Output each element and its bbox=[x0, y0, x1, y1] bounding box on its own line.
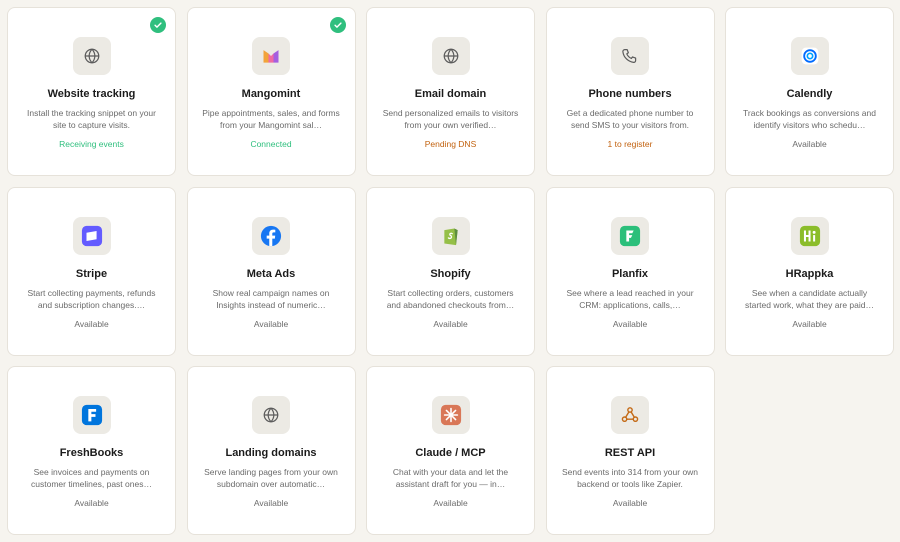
integration-title: REST API bbox=[604, 447, 656, 459]
integration-description: Send personalized emails to visitors fro… bbox=[382, 108, 519, 130]
integration-description: Serve landing pages from your own subdom… bbox=[204, 467, 338, 489]
integration-status: Available bbox=[792, 318, 827, 329]
mangomint-logo-icon bbox=[252, 37, 290, 75]
integration-card-freshbooks[interactable]: FreshBooks See invoices and payments on c… bbox=[7, 366, 176, 535]
integration-status: Receiving events bbox=[59, 139, 124, 149]
claude-logo-icon bbox=[431, 396, 470, 434]
integration-title: Meta Ads bbox=[246, 267, 296, 280]
integration-description: Show real campaign names on Insights ins… bbox=[212, 287, 330, 310]
integration-card-stripe[interactable]: Stripe Start collecting payments, refunds… bbox=[7, 186, 176, 356]
integration-description: Get a dedicated phone number to send SMS… bbox=[566, 108, 694, 130]
integration-status: Available bbox=[253, 318, 289, 329]
calendly-logo-icon bbox=[790, 37, 829, 75]
integration-description: Start collecting payments, refunds and s… bbox=[27, 287, 156, 310]
integrations-grid: Website tracking Install the tracking sni… bbox=[7, 7, 894, 535]
globe-icon bbox=[72, 37, 111, 75]
integration-title: Phone numbers bbox=[588, 88, 672, 100]
integration-status: Available bbox=[612, 498, 648, 508]
integration-card-mangomint[interactable]: Mangomint Pipe appointments, sales, and f… bbox=[186, 7, 356, 176]
integration-card-claude-mcp[interactable]: Claude / MCP Chat with your data and let … bbox=[366, 366, 535, 535]
integration-card-hrappka[interactable]: HRappka See when a candidate actually sta… bbox=[725, 186, 894, 356]
integration-description: Send events into 314 from your own backe… bbox=[561, 467, 699, 489]
webhook-icon bbox=[611, 396, 649, 434]
integration-card-calendly[interactable]: Calendly Track bookings as conversions an… bbox=[725, 7, 894, 176]
integration-title: HRappka bbox=[785, 267, 834, 280]
integration-status: Available bbox=[612, 318, 648, 329]
integration-card-website-tracking[interactable]: Website tracking Install the tracking sni… bbox=[7, 7, 176, 176]
planfix-logo-icon bbox=[611, 216, 649, 255]
integration-card-email-domain[interactable]: Email domain Send personalized emails to … bbox=[366, 7, 535, 176]
integration-title: Stripe bbox=[75, 267, 108, 280]
integration-description: Track bookings as conversions and identi… bbox=[743, 108, 876, 130]
integration-status: Available bbox=[74, 318, 109, 329]
check-circle-icon bbox=[329, 17, 346, 33]
integration-title: FreshBooks bbox=[59, 447, 124, 459]
freshbooks-logo-icon bbox=[72, 396, 111, 434]
integration-status: 1 to register bbox=[607, 139, 653, 149]
globe-icon bbox=[252, 396, 290, 434]
integration-status: Available bbox=[792, 139, 827, 149]
integration-title: Calendly bbox=[786, 88, 833, 100]
integration-title: Planfix bbox=[611, 267, 649, 280]
integration-status: Available bbox=[433, 498, 468, 508]
integration-title: Website tracking bbox=[47, 88, 136, 100]
integration-status: Available bbox=[74, 498, 109, 508]
globe-icon bbox=[431, 37, 470, 75]
integration-description: Pipe appointments, sales, and forms from… bbox=[202, 108, 340, 130]
phone-icon bbox=[611, 37, 649, 75]
integration-status: Connected bbox=[250, 139, 292, 149]
integration-card-shopify[interactable]: Shopify Start collecting orders, customer… bbox=[366, 186, 535, 356]
stripe-logo-icon bbox=[72, 216, 111, 255]
check-circle-icon bbox=[150, 17, 166, 33]
facebook-logo-icon bbox=[252, 216, 290, 255]
integration-description: Chat with your data and let the assistan… bbox=[392, 467, 509, 489]
integration-status: Available bbox=[433, 318, 468, 329]
integration-description: Install the tracking snippet on your sit… bbox=[27, 108, 156, 130]
integration-title: Claude / MCP bbox=[415, 447, 486, 459]
integration-card-rest-api[interactable]: REST API Send events into 314 from your o… bbox=[545, 366, 715, 535]
integration-card-planfix[interactable]: Planfix See where a lead reached in your … bbox=[545, 186, 715, 356]
integration-card-phone-numbers[interactable]: Phone numbers Get a dedicated phone numbe… bbox=[545, 7, 715, 176]
integration-description: See when a candidate actually started wo… bbox=[745, 287, 874, 310]
shopify-logo-icon bbox=[431, 216, 470, 255]
integration-description: See where a lead reached in your CRM: ap… bbox=[566, 287, 694, 310]
integration-title: Shopify bbox=[430, 267, 471, 280]
integration-card-landing-domains[interactable]: Landing domains Serve landing pages from … bbox=[186, 366, 356, 535]
integration-status: Available bbox=[253, 498, 289, 508]
integration-description: See invoices and payments on customer ti… bbox=[31, 467, 152, 489]
integration-title: Mangomint bbox=[241, 88, 301, 100]
integration-card-meta-ads[interactable]: Meta Ads Show real campaign names on Insi… bbox=[186, 186, 356, 356]
integration-status: Pending DNS bbox=[424, 139, 477, 149]
integration-title: Email domain bbox=[414, 88, 487, 100]
integration-title: Landing domains bbox=[225, 447, 317, 459]
integration-description: Start collecting orders, customers and a… bbox=[386, 287, 515, 310]
hrappka-logo-icon bbox=[790, 216, 829, 255]
